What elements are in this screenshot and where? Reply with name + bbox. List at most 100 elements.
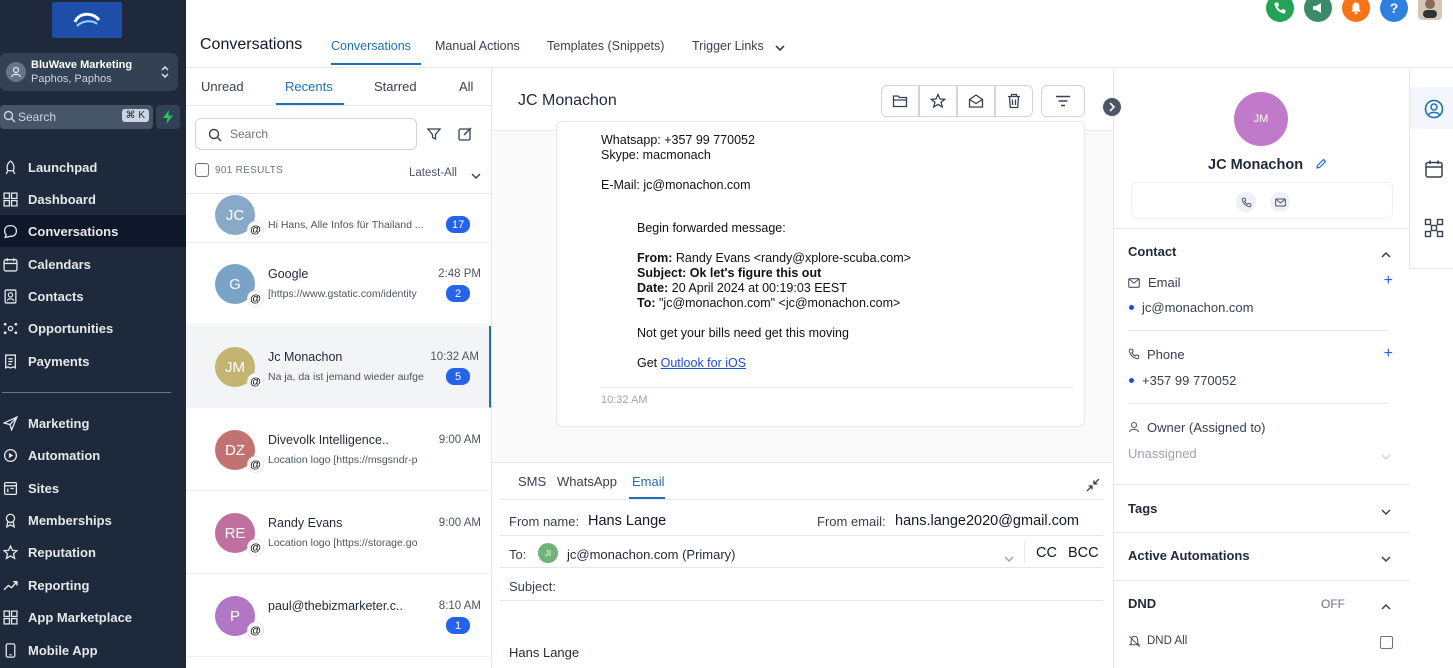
phone-value[interactable]: +357 99 770052: [1142, 373, 1236, 388]
from-name-value[interactable]: Hans Lange: [588, 513, 666, 529]
tab-manual-actions[interactable]: Manual Actions: [435, 39, 520, 53]
chevron-down-icon[interactable]: [471, 168, 481, 183]
sidebar-item-dashboard[interactable]: Dashboard: [0, 183, 186, 215]
outlook-link[interactable]: Outlook for iOS: [661, 356, 746, 370]
sidebar: BluWave Marketing Paphos, Paphos Search …: [0, 0, 186, 668]
sidebar-item-marketing[interactable]: Marketing: [0, 407, 186, 439]
workflow-icon[interactable]: [1424, 218, 1444, 241]
add-email-button[interactable]: +: [1384, 272, 1393, 290]
conversation-search[interactable]: [195, 118, 417, 150]
sidebar-item-payments[interactable]: Payments: [0, 345, 186, 377]
filter-icon[interactable]: [426, 126, 442, 145]
calendar-icon[interactable]: [1424, 159, 1444, 182]
sidebar-item-automation[interactable]: Automation: [0, 439, 186, 471]
compose-icon[interactable]: [457, 126, 473, 145]
collapse-icon[interactable]: [1086, 478, 1100, 495]
user-avatar[interactable]: [1418, 0, 1442, 20]
add-phone-button[interactable]: +: [1384, 345, 1393, 363]
recipient-select[interactable]: jc@monachon.com (Primary): [567, 547, 736, 562]
chevron-up-icon[interactable]: [1381, 599, 1391, 614]
location-switcher[interactable]: BluWave Marketing Paphos, Paphos: [0, 53, 178, 91]
sidebar-item-label: Conversations: [28, 223, 119, 239]
sort-select[interactable]: Latest-All: [409, 167, 457, 179]
sidebar-item-launchpad[interactable]: Launchpad: [0, 151, 186, 183]
dnd-section-title[interactable]: DND: [1128, 596, 1156, 611]
tags-section-title[interactable]: Tags: [1128, 501, 1157, 516]
sidebar-item-conversations[interactable]: Conversations: [0, 215, 186, 247]
unread-count-badge: 17: [446, 216, 471, 233]
delete-button[interactable]: [995, 85, 1033, 117]
automations-section-title[interactable]: Active Automations: [1128, 548, 1250, 563]
sidebar-item-calendars[interactable]: Calendars: [0, 248, 186, 280]
conversation-row[interactable]: JM @ Jc Monachon 10:32 AM Na ja, da ist jema…: [186, 326, 491, 408]
conversation-row[interactable]: G @ Google 2:48 PM [https://www.gstatic.com/…: [186, 243, 491, 325]
conversation-row[interactable]: JC @ Hi Hans, Alle Infos für Thailand ... 1…: [186, 186, 491, 243]
email-value[interactable]: jc@monachon.com: [1142, 300, 1253, 315]
company-logo[interactable]: [52, 2, 122, 38]
filter-messages-button[interactable]: [1041, 85, 1085, 117]
sidebar-item-reporting[interactable]: Reporting: [0, 569, 186, 601]
chevron-down-icon[interactable]: [775, 40, 785, 55]
call-icon[interactable]: [1236, 192, 1256, 212]
cc-button[interactable]: CC: [1036, 545, 1057, 561]
mail-icon[interactable]: [1270, 192, 1290, 212]
bcc-button[interactable]: BCC: [1068, 545, 1099, 561]
tab-templates[interactable]: Templates (Snippets): [547, 39, 664, 53]
envelope-open-icon: [968, 94, 984, 108]
sidebar-item-memberships[interactable]: Memberships: [0, 504, 186, 536]
chevron-down-icon[interactable]: [1004, 551, 1014, 566]
help-icon[interactable]: ?: [1380, 0, 1408, 22]
composer-tab-email[interactable]: Email: [632, 474, 665, 489]
sidebar-item-mobile-app[interactable]: Mobile App: [0, 634, 186, 666]
next-panel-button[interactable]: [1103, 98, 1121, 116]
email-card-divider: [601, 387, 1073, 388]
composer-tab-sms[interactable]: SMS: [518, 474, 546, 489]
bolt-icon: [163, 110, 173, 124]
sidebar-item-app-marketplace[interactable]: App Marketplace: [0, 601, 186, 633]
sidebar-item-label: Contacts: [28, 288, 84, 304]
conversation-time: 9:00 AM: [438, 434, 481, 446]
sidebar-item-opportunities[interactable]: Opportunities: [0, 312, 186, 344]
contact-profile-icon[interactable]: [1424, 99, 1444, 122]
sidebar-item-contacts[interactable]: Contacts: [0, 280, 186, 312]
conversation-row[interactable]: RE @ Randy Evans 9:00 AM Location logo [http…: [186, 492, 491, 574]
chevron-down-icon[interactable]: [1381, 551, 1391, 566]
megaphone-icon[interactable]: [1304, 0, 1332, 22]
chevron-down-icon[interactable]: [1381, 504, 1391, 519]
star-button[interactable]: [919, 85, 957, 117]
quick-actions-button[interactable]: [156, 105, 180, 129]
sidebar-search[interactable]: Search ⌘ K: [0, 105, 153, 129]
chevron-updown-icon: [160, 63, 170, 84]
folder-button[interactable]: [881, 85, 919, 117]
composer-tabs-divider: [500, 499, 1103, 500]
contact-section-title[interactable]: Contact: [1128, 244, 1176, 259]
search-icon: [3, 110, 16, 126]
dnd-all-checkbox[interactable]: [1380, 636, 1393, 649]
conversation-name: Google: [268, 267, 309, 281]
bell-icon[interactable]: [1342, 0, 1370, 22]
from-email-value[interactable]: hans.lange2020@gmail.com: [895, 513, 1079, 529]
sidebar-item-label: Opportunities: [28, 320, 114, 336]
list-tab-all[interactable]: All: [459, 79, 473, 94]
sidebar-item-reputation[interactable]: Reputation: [0, 536, 186, 568]
sidebar-item-sites[interactable]: Sites: [0, 472, 186, 504]
email-editor-body[interactable]: Hans Lange: [509, 645, 579, 660]
folder-icon: [892, 95, 908, 108]
select-all-checkbox[interactable]: [195, 163, 209, 177]
composer-tab-whatsapp[interactable]: WhatsApp: [557, 474, 617, 489]
list-tab-starred[interactable]: Starred: [374, 79, 417, 94]
mark-unread-button[interactable]: [957, 85, 995, 117]
pencil-icon[interactable]: [1315, 158, 1327, 173]
chevron-up-icon[interactable]: [1381, 247, 1391, 262]
conversation-row[interactable]: DZ @ Divevolk Intelligence.. 9:00 AM Locatio…: [186, 409, 491, 491]
tab-trigger-links[interactable]: Trigger Links: [692, 39, 764, 53]
tab-conversations[interactable]: Conversations: [331, 39, 411, 53]
conversation-row[interactable]: P @ paul@thebizmarketer.c.. 8:10 AM 1: [186, 575, 491, 657]
owner-select[interactable]: Unassigned: [1128, 446, 1197, 461]
list-tab-recents[interactable]: Recents: [285, 79, 333, 94]
conversation-search-input[interactable]: [230, 127, 400, 141]
email-channel-icon: @: [247, 622, 264, 639]
chevron-down-icon[interactable]: [1381, 449, 1391, 464]
phone-call-icon[interactable]: [1266, 0, 1294, 22]
list-tab-unread[interactable]: Unread: [201, 79, 244, 94]
